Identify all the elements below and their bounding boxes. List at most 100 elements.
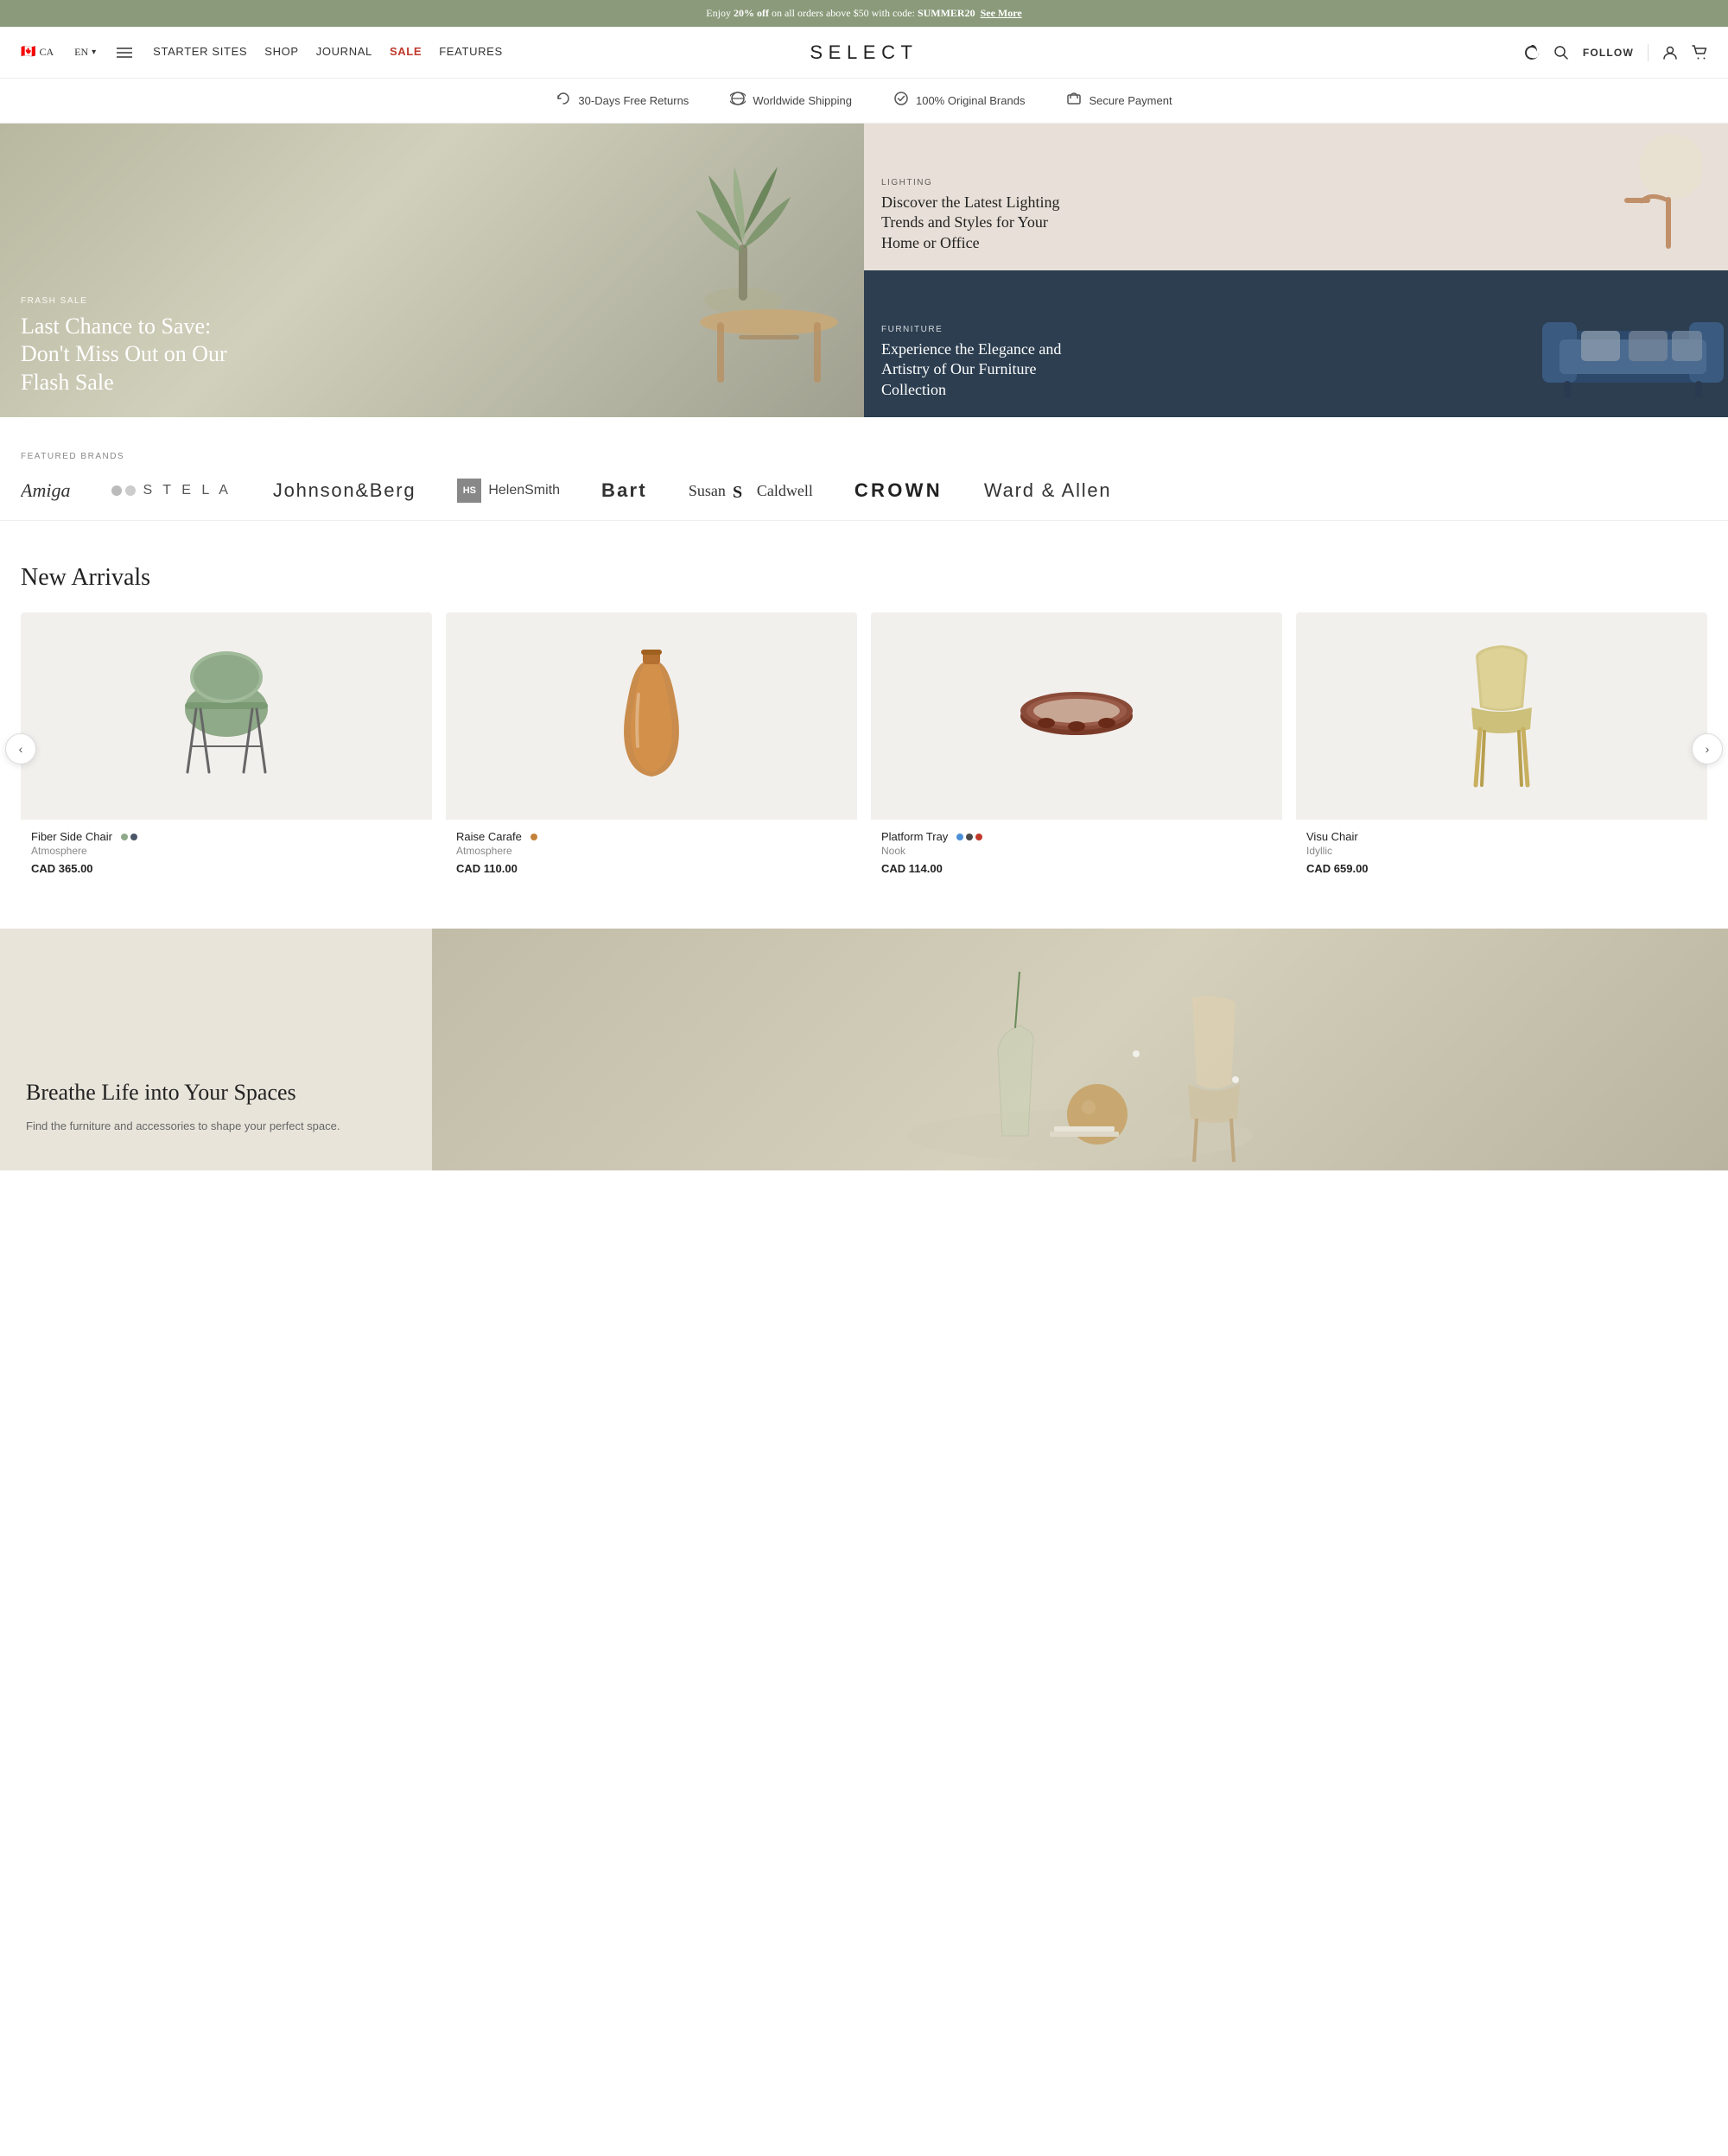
nav-starter-sites[interactable]: STARTER SITES — [153, 45, 247, 58]
brand-bart[interactable]: Bart — [601, 479, 647, 502]
product-brand-visu-chair: Idyllic — [1306, 845, 1697, 857]
sofa-decoration — [1538, 288, 1728, 400]
carafe-colors — [530, 834, 537, 840]
hero-right-panels: LIGHTING Discover the Latest Lighting Tr… — [864, 124, 1728, 417]
brand-ward-allen[interactable]: Ward & Allen — [984, 479, 1111, 502]
brand-johnson-berg[interactable]: Johnson&Berg — [273, 479, 416, 502]
product-price-fiber-chair: CAD 365.00 — [31, 862, 422, 875]
product-info-carafe: Raise Carafe Atmosphere CAD 110.00 — [446, 820, 857, 885]
search-button[interactable] — [1553, 45, 1569, 60]
products-carousel: ‹ — [21, 612, 1707, 885]
trust-original-text: 100% Original Brands — [916, 94, 1025, 107]
language-selector[interactable]: EN ▾ — [74, 46, 96, 59]
product-card-fiber-chair[interactable]: Fiber Side Chair Atmosphere CAD 365.00 — [21, 612, 432, 885]
hero-furniture-content: FURNITURE Experience the Elegance and Ar… — [881, 325, 1071, 400]
product-name-carafe: Raise Carafe — [456, 830, 847, 843]
returns-icon — [556, 91, 571, 111]
helen-badge: HS — [457, 479, 481, 503]
breathe-description: Find the furniture and accessories to sh… — [26, 1118, 406, 1136]
dark-mode-toggle[interactable] — [1524, 45, 1540, 60]
color-dot-amber — [530, 834, 537, 840]
tray-colors — [956, 834, 982, 840]
shipping-icon — [730, 91, 746, 111]
product-info-tray: Platform Tray Nook CAD 114.00 — [871, 820, 1282, 885]
hero-furniture-panel[interactable]: FURNITURE Experience the Elegance and Ar… — [864, 270, 1728, 417]
breathe-title: Breathe Life into Your Spaces — [26, 1078, 406, 1107]
chevron-down-icon: ▾ — [92, 48, 96, 57]
see-more-link[interactable]: See More — [981, 7, 1022, 20]
locale-flag: 🇨🇦 — [21, 45, 35, 60]
color-dot-dark — [130, 834, 137, 840]
hero-lighting-content: LIGHTING Discover the Latest Lighting Tr… — [881, 178, 1071, 253]
fiber-chair-colors — [121, 834, 137, 840]
carousel-prev-button[interactable]: ‹ — [5, 733, 36, 764]
color-dot-black — [966, 834, 973, 840]
products-grid: Fiber Side Chair Atmosphere CAD 365.00 — [21, 612, 1707, 885]
product-card-tray[interactable]: Platform Tray Nook CAD 114.00 — [871, 612, 1282, 885]
nav-shop[interactable]: SHOP — [264, 45, 298, 58]
product-price-visu-chair: CAD 659.00 — [1306, 862, 1697, 875]
follow-button[interactable]: FOLLOW — [1583, 47, 1634, 59]
trust-shipping: Worldwide Shipping — [730, 91, 852, 111]
color-dot-green — [121, 834, 128, 840]
brand-stela[interactable]: S T E L A — [111, 483, 231, 498]
nav-sale[interactable]: SALE — [390, 45, 422, 58]
product-brand-carafe: Atmosphere — [456, 845, 847, 857]
breathe-section: Breathe Life into Your Spaces Find the f… — [0, 929, 1728, 1170]
breathe-right-image[interactable] — [432, 929, 1728, 1170]
language-label: EN — [74, 46, 88, 59]
stela-dot-1 — [111, 485, 122, 496]
product-price-tray: CAD 114.00 — [881, 862, 1272, 875]
nav-features[interactable]: FEATURES — [439, 45, 503, 58]
product-brand-fiber-chair: Atmosphere — [31, 845, 422, 857]
announcement-bar: Enjoy 20% off on all orders above $50 wi… — [0, 0, 1728, 27]
product-image-tray — [871, 612, 1282, 820]
brand-susan-caldwell[interactable]: Susan S Caldwell — [689, 480, 813, 501]
nav-right: FOLLOW — [864, 44, 1707, 61]
brand-amiga[interactable]: Amiga — [21, 479, 70, 502]
stela-dot-2 — [125, 485, 136, 496]
product-card-carafe[interactable]: Raise Carafe Atmosphere CAD 110.00 — [446, 612, 857, 885]
cart-button[interactable] — [1692, 45, 1707, 60]
product-image-visu-chair — [1296, 612, 1707, 820]
featured-brands-section: FEATURED BRANDS Amiga S T E L A Johnson&… — [0, 417, 1728, 521]
carousel-next-button[interactable]: › — [1692, 733, 1723, 764]
flash-sale-tag: FRASH SALE — [21, 296, 263, 306]
original-icon — [893, 91, 909, 111]
trust-bar: 30-Days Free Returns Worldwide Shipping … — [0, 79, 1728, 124]
product-price-carafe: CAD 110.00 — [456, 862, 847, 875]
main-navigation: 🇨🇦 CA EN ▾ STARTER SITES SHOP JOURNAL SA… — [0, 27, 1728, 79]
locale-selector[interactable]: 🇨🇦 CA — [21, 45, 54, 60]
susan-label-last: Caldwell — [757, 482, 813, 500]
trust-returns: 30-Days Free Returns — [556, 91, 689, 111]
lighting-tag: LIGHTING — [881, 178, 1071, 187]
payment-icon — [1066, 91, 1082, 111]
new-arrivals-title: New Arrivals — [21, 564, 1707, 592]
nav-journal[interactable]: JOURNAL — [316, 45, 372, 58]
product-info-fiber-chair: Fiber Side Chair Atmosphere CAD 365.00 — [21, 820, 432, 885]
site-logo[interactable]: SELECT — [810, 41, 918, 64]
trust-returns-text: 30-Days Free Returns — [578, 94, 689, 107]
furniture-title: Experience the Elegance and Artistry of … — [881, 339, 1071, 400]
lamp-decoration — [1590, 132, 1702, 262]
breathe-decor — [864, 929, 1296, 1170]
account-button[interactable] — [1662, 45, 1678, 60]
breathe-left-content: Breathe Life into Your Spaces Find the f… — [0, 929, 432, 1170]
locale-country: CA — [39, 46, 54, 59]
carafe-svg — [608, 643, 695, 789]
helen-label: HelenSmith — [488, 483, 560, 498]
nav-links: STARTER SITES SHOP JOURNAL SALE FEATURES — [153, 45, 503, 60]
hero-left-panel[interactable]: FRASH SALE Last Chance to Save: Don't Mi… — [0, 124, 864, 417]
color-dot-red — [975, 834, 982, 840]
hero-left-content: FRASH SALE Last Chance to Save: Don't Mi… — [21, 296, 263, 397]
hamburger-menu[interactable] — [117, 48, 132, 58]
brand-helen-smith[interactable]: HS HelenSmith — [457, 479, 560, 503]
hero-lighting-panel[interactable]: LIGHTING Discover the Latest Lighting Tr… — [864, 124, 1728, 270]
trust-original: 100% Original Brands — [893, 91, 1025, 111]
brand-crown[interactable]: CROWN — [854, 479, 943, 502]
product-name-visu-chair: Visu Chair — [1306, 830, 1697, 843]
product-card-visu-chair[interactable]: Visu Chair Idyllic CAD 659.00 — [1296, 612, 1707, 885]
fiber-chair-svg — [166, 647, 287, 785]
product-name-fiber-chair: Fiber Side Chair — [31, 830, 422, 843]
stela-label: S T E L A — [143, 483, 231, 498]
